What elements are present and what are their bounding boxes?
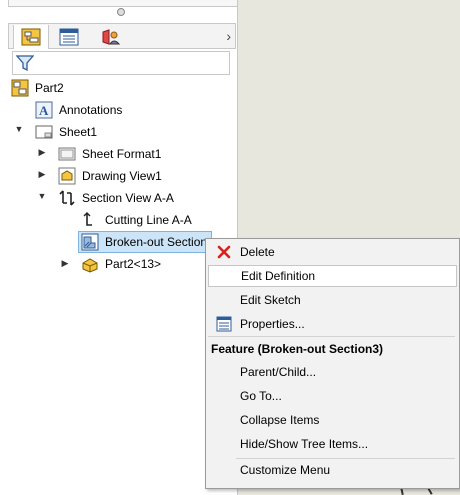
svg-text:A: A bbox=[39, 103, 49, 118]
tree-item-label: Annotations bbox=[59, 103, 123, 117]
tree-item-sheet[interactable]: Sheet1 bbox=[35, 122, 97, 142]
menu-item-label: Edit Definition bbox=[241, 269, 316, 283]
expand-right-icon[interactable]: ▶ bbox=[60, 258, 70, 269]
cutting-line-icon bbox=[83, 212, 92, 226]
sheet-format-icon bbox=[58, 147, 76, 161]
menu-item-go-to[interactable]: Go To... bbox=[208, 385, 457, 407]
menu-item-collapse-items[interactable]: Collapse Items bbox=[208, 409, 457, 431]
properties-icon bbox=[216, 316, 232, 332]
tree-filter-box[interactable] bbox=[12, 51, 230, 75]
menu-item-edit-definition[interactable]: Edit Definition bbox=[208, 265, 457, 287]
sheet-icon bbox=[35, 125, 53, 139]
tree-item-sheet-format[interactable]: Sheet Format1 bbox=[58, 144, 161, 164]
menu-item-label: Delete bbox=[240, 245, 275, 259]
expand-down-icon[interactable]: ▼ bbox=[14, 124, 24, 134]
tree-item-label: Sheet1 bbox=[59, 125, 98, 139]
menu-item-label: Edit Sketch bbox=[240, 293, 301, 307]
menu-item-properties[interactable]: Properties... bbox=[208, 313, 457, 335]
feature-manager-panel: › Part2 A Annotations ▼ Sheet1 ▶ Sheet F… bbox=[0, 0, 238, 495]
delete-x-icon bbox=[217, 245, 231, 259]
tree-item-cutting-line[interactable]: Cutting Line A-A bbox=[81, 210, 192, 230]
tree-item-label: Cutting Line A-A bbox=[105, 213, 192, 227]
manager-tabbar: › bbox=[8, 23, 236, 49]
tree-item-label: Part2<13> bbox=[105, 257, 162, 271]
tree-item-broken-out-section[interactable]: Broken-out Section bbox=[78, 231, 213, 253]
menu-item-customize-menu[interactable]: Customize Menu bbox=[208, 459, 457, 481]
broken-out-section-icon bbox=[81, 233, 99, 251]
tree-item-section-view[interactable]: Section View A-A bbox=[58, 188, 174, 208]
menu-header-label: Feature (Broken-out Section3) bbox=[211, 342, 384, 356]
part-drawing-icon bbox=[11, 79, 29, 97]
property-list-icon bbox=[59, 28, 79, 46]
tree-item-label: Sheet Format1 bbox=[82, 147, 162, 161]
menu-item-label: Properties... bbox=[240, 317, 305, 331]
feature-manager-tab[interactable] bbox=[13, 25, 49, 49]
chevron-right-icon[interactable]: › bbox=[226, 28, 231, 44]
menu-separator bbox=[208, 336, 455, 337]
splitter-grip[interactable] bbox=[117, 8, 125, 16]
panel-top-strip bbox=[8, 0, 238, 7]
menu-item-label: Collapse Items bbox=[240, 413, 320, 427]
annotations-icon: A bbox=[35, 101, 53, 119]
tree-item-drawing-view[interactable]: Drawing View1 bbox=[58, 166, 162, 186]
menu-item-hide-show-tree-items[interactable]: Hide/Show Tree Items... bbox=[208, 433, 457, 455]
menu-item-label: Go To... bbox=[240, 389, 282, 403]
tree-item-annotations[interactable]: A Annotations bbox=[35, 100, 122, 120]
expand-right-icon[interactable]: ▶ bbox=[37, 169, 47, 180]
filter-icon bbox=[16, 55, 34, 72]
menu-item-edit-sketch[interactable]: Edit Sketch bbox=[208, 289, 457, 311]
tree-item-label: Part2 bbox=[35, 81, 64, 95]
display-manager-tab[interactable] bbox=[93, 25, 129, 49]
context-menu: Delete Edit Definition Edit Sketch Prope… bbox=[205, 238, 460, 489]
tree-item-label: Drawing View1 bbox=[82, 169, 162, 183]
property-manager-tab[interactable] bbox=[51, 25, 87, 49]
tree-item-label: Section View A-A bbox=[82, 191, 174, 205]
menu-section-header: Feature (Broken-out Section3) bbox=[208, 338, 457, 360]
tree-item-part-reference[interactable]: Part2<13> bbox=[81, 254, 161, 274]
feature-tree-icon bbox=[21, 28, 41, 46]
menu-item-parent-child[interactable]: Parent/Child... bbox=[208, 361, 457, 383]
part-icon bbox=[82, 258, 98, 273]
tree-item-root[interactable]: Part2 bbox=[11, 78, 64, 98]
expand-down-icon[interactable]: ▼ bbox=[37, 191, 47, 201]
menu-item-label: Parent/Child... bbox=[240, 365, 317, 379]
menu-item-delete[interactable]: Delete bbox=[208, 241, 457, 263]
section-view-icon bbox=[59, 190, 75, 206]
expand-right-icon[interactable]: ▶ bbox=[37, 147, 47, 158]
tree-item-label: Broken-out Section bbox=[105, 235, 208, 249]
drawing-view-icon bbox=[58, 167, 76, 185]
menu-item-label: Customize Menu bbox=[240, 463, 331, 477]
menu-item-label: Hide/Show Tree Items... bbox=[240, 437, 369, 451]
display-manager-icon bbox=[102, 29, 121, 45]
